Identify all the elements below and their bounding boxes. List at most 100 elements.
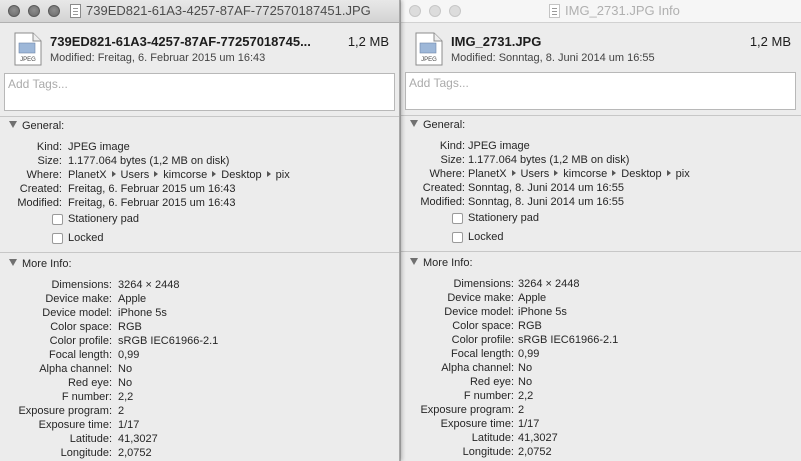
locked-checkbox[interactable] xyxy=(52,233,63,244)
info-label: Kind: xyxy=(439,140,465,152)
info-row: Exposure time: 1/17 xyxy=(0,418,399,432)
document-icon[interactable] xyxy=(70,4,81,18)
disclosure-triangle-icon[interactable] xyxy=(410,258,418,265)
stationery-pad-checkbox-row[interactable]: Stationery pad xyxy=(401,209,801,228)
disclosure-triangle-icon[interactable] xyxy=(9,259,17,266)
info-row: Device make: Apple xyxy=(401,291,801,305)
zoom-button[interactable] xyxy=(48,5,60,17)
info-label: Created: xyxy=(422,182,465,194)
path-item[interactable]: Desktop xyxy=(621,168,661,180)
info-label: Exposure time: xyxy=(38,419,112,431)
path-separator-icon xyxy=(612,170,617,176)
path-separator-icon xyxy=(554,170,559,176)
disclosure-triangle-icon[interactable] xyxy=(9,121,17,128)
minimize-button[interactable] xyxy=(28,5,40,17)
minimize-button[interactable] xyxy=(429,5,441,17)
path-item[interactable]: Users xyxy=(121,169,150,181)
path-item[interactable]: pix xyxy=(276,169,290,181)
info-label: Focal length: xyxy=(49,349,112,361)
locked-checkbox[interactable] xyxy=(452,232,463,243)
info-label: Longitude: xyxy=(60,447,112,459)
info-label: Size: xyxy=(37,155,62,167)
general-row-kind: Kind: JPEG image xyxy=(0,140,399,154)
info-row: Red eye: No xyxy=(0,376,399,390)
info-value: 41,3027 xyxy=(518,432,558,444)
info-label: Alpha channel: xyxy=(39,363,112,375)
info-value: JPEG image xyxy=(68,141,130,153)
info-row: F number: 2,2 xyxy=(401,389,801,403)
info-value: Freitag, 6. Februar 2015 um 16:43 xyxy=(68,197,236,209)
path-item[interactable]: Desktop xyxy=(221,169,261,181)
window-title: IMG_2731.JPG Info xyxy=(565,3,680,18)
title-bar[interactable]: IMG_2731.JPG Info xyxy=(401,0,801,23)
info-value: PlanetX Users kimcorse Desktop pix xyxy=(468,167,690,181)
close-button[interactable] xyxy=(409,5,421,17)
svg-text:JPEG: JPEG xyxy=(421,57,437,63)
info-row: Device model: iPhone 5s xyxy=(401,305,801,319)
info-row: Longitude: 2,0752 xyxy=(401,445,801,459)
info-value: Sonntag, 8. Juni 2014 um 16:55 xyxy=(468,182,624,194)
stationery-pad-checkbox[interactable] xyxy=(452,213,463,224)
info-value: 2,2 xyxy=(518,390,534,402)
info-row: Longitude: 2,0752 xyxy=(0,446,399,460)
info-label: F number: xyxy=(463,390,514,402)
info-value: No xyxy=(118,363,133,375)
info-row: Dimensions: 3264 × 2448 xyxy=(401,277,801,291)
path-separator-icon xyxy=(154,171,159,177)
general-row-where: Where: PlanetX Users kimcorse Desktop pix xyxy=(401,167,801,181)
info-value: 0,99 xyxy=(118,349,140,361)
info-row: Focal length: 0,99 xyxy=(0,348,399,362)
info-label: Red eye: xyxy=(67,377,112,389)
info-value: sRGB IEC61966-2.1 xyxy=(518,334,619,346)
path-item[interactable]: pix xyxy=(676,168,690,180)
file-size: 1,2 MB xyxy=(347,34,389,49)
general-section-header[interactable]: General: xyxy=(410,119,465,131)
path-item[interactable]: Users xyxy=(521,168,550,180)
info-row: Color profile: sRGB IEC61966-2.1 xyxy=(0,334,399,348)
info-label: Color space: xyxy=(50,321,112,333)
document-icon[interactable] xyxy=(549,4,560,18)
path-item[interactable]: PlanetX xyxy=(468,168,507,180)
locked-checkbox-row[interactable]: Locked xyxy=(0,229,399,248)
info-label: Created: xyxy=(19,183,62,195)
info-label: Focal length: xyxy=(451,348,514,360)
locked-checkbox-row[interactable]: Locked xyxy=(401,228,801,247)
stationery-pad-checkbox[interactable] xyxy=(52,214,63,225)
zoom-button[interactable] xyxy=(449,5,461,17)
stationery-pad-checkbox-row[interactable]: Stationery pad xyxy=(0,210,399,229)
tags-field[interactable]: Add Tags... xyxy=(405,72,796,110)
path-separator-icon xyxy=(111,171,116,177)
more-info-section-header[interactable]: More Info: xyxy=(410,257,473,269)
info-label: Latitude: xyxy=(471,432,514,444)
tags-placeholder: Add Tags... xyxy=(8,77,68,91)
info-value: PlanetX Users kimcorse Desktop pix xyxy=(68,168,290,182)
modified-date: Modified: Sonntag, 8. Juni 2014 um 16:55 xyxy=(451,52,655,64)
tags-placeholder: Add Tags... xyxy=(409,76,469,90)
info-label: Exposure time: xyxy=(440,418,514,430)
file-header: JPEG 739ED821-61A3-4257-87AF-77257018745… xyxy=(0,30,399,70)
info-value: No xyxy=(518,376,533,388)
more-info-section-header[interactable]: More Info: xyxy=(9,258,72,270)
info-row: Exposure program: 2 xyxy=(401,403,801,417)
info-value: 3264 × 2448 xyxy=(118,279,180,291)
info-row: Exposure time: 1/17 xyxy=(401,417,801,431)
close-button[interactable] xyxy=(8,5,20,17)
info-value: 1.177.064 bytes (1,2 MB on disk) xyxy=(468,154,630,166)
info-label: Kind: xyxy=(36,141,62,153)
info-window-right: IMG_2731.JPG Info JPEG IMG_2731.JPG 1,2 … xyxy=(401,0,801,461)
path-item[interactable]: kimcorse xyxy=(563,168,607,180)
jpeg-file-icon: JPEG xyxy=(14,32,42,66)
info-value: iPhone 5s xyxy=(118,307,167,319)
jpeg-file-icon: JPEG xyxy=(415,32,443,66)
disclosure-triangle-icon[interactable] xyxy=(410,120,418,127)
path-item[interactable]: kimcorse xyxy=(163,169,207,181)
path-item[interactable]: PlanetX xyxy=(68,169,107,181)
general-row-kind: Kind: JPEG image xyxy=(401,139,801,153)
info-value: 2,0752 xyxy=(118,447,152,459)
info-label: Dimensions: xyxy=(51,279,112,291)
file-header: JPEG IMG_2731.JPG 1,2 MB Modified: Sonnt… xyxy=(401,30,801,70)
general-section-header[interactable]: General: xyxy=(9,120,64,132)
title-bar[interactable]: 739ED821-61A3-4257-87AF-772570187451.JPG xyxy=(0,0,399,23)
tags-field[interactable]: Add Tags... xyxy=(4,73,395,111)
info-row: Alpha channel: No xyxy=(401,361,801,375)
